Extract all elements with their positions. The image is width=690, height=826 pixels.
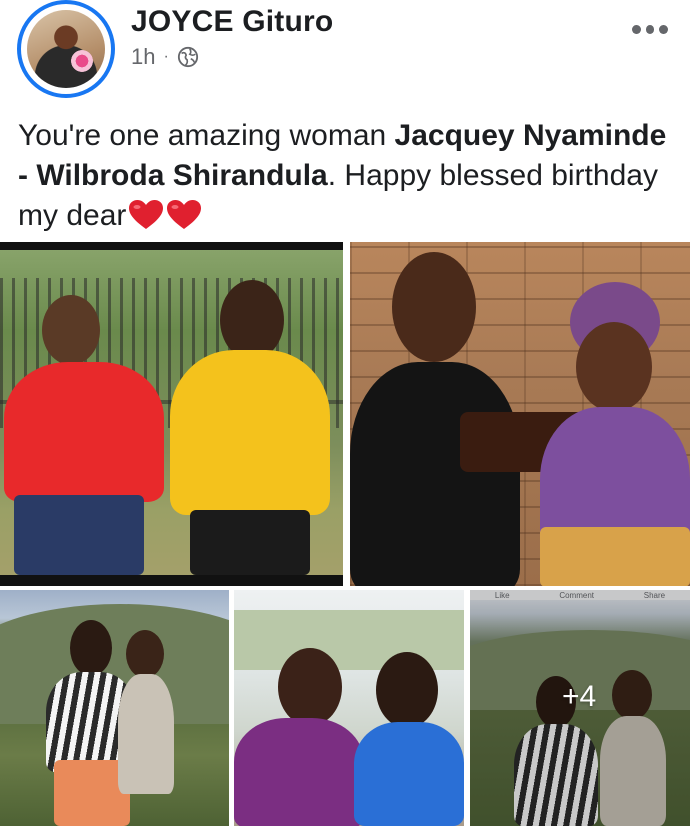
photo-4-person-left	[234, 648, 364, 826]
meta-separator: ·	[163, 48, 169, 65]
profile-avatar-ring[interactable]	[17, 0, 115, 98]
photo-2-person-right	[520, 282, 690, 586]
post-text-part1: You're one amazing woman	[18, 119, 395, 152]
author-name[interactable]: JOYCE Gituro	[131, 5, 333, 39]
photo-4-person-right	[354, 652, 464, 826]
post-header: JOYCE Gituro 1h ·	[0, 0, 690, 100]
photo-3-person-right	[118, 630, 178, 826]
heart-icon	[129, 200, 164, 229]
photo-5[interactable]: Like Comment Share +4	[470, 590, 690, 826]
avatar-flower-detail	[71, 50, 93, 72]
post-time[interactable]: 1h	[131, 44, 155, 70]
more-horizontal-icon[interactable]	[632, 22, 669, 36]
photo-grid: Like Comment Share +4	[0, 242, 690, 826]
photo-2[interactable]	[350, 242, 690, 586]
more-photos-count[interactable]: +4	[562, 680, 596, 714]
heart-icon	[167, 200, 202, 229]
post-meta: 1h ·	[131, 44, 199, 70]
photo-1[interactable]	[0, 242, 343, 586]
avatar[interactable]	[27, 10, 105, 88]
globe-icon[interactable]	[177, 46, 199, 68]
photo-1-scene	[0, 250, 343, 575]
photo-4[interactable]	[234, 590, 464, 826]
photo-1-person-right	[160, 280, 340, 575]
photo-1-person-left	[0, 290, 170, 575]
post-message: You're one amazing woman Jacquey Nyamind…	[18, 116, 678, 236]
photo-3[interactable]	[0, 590, 229, 826]
